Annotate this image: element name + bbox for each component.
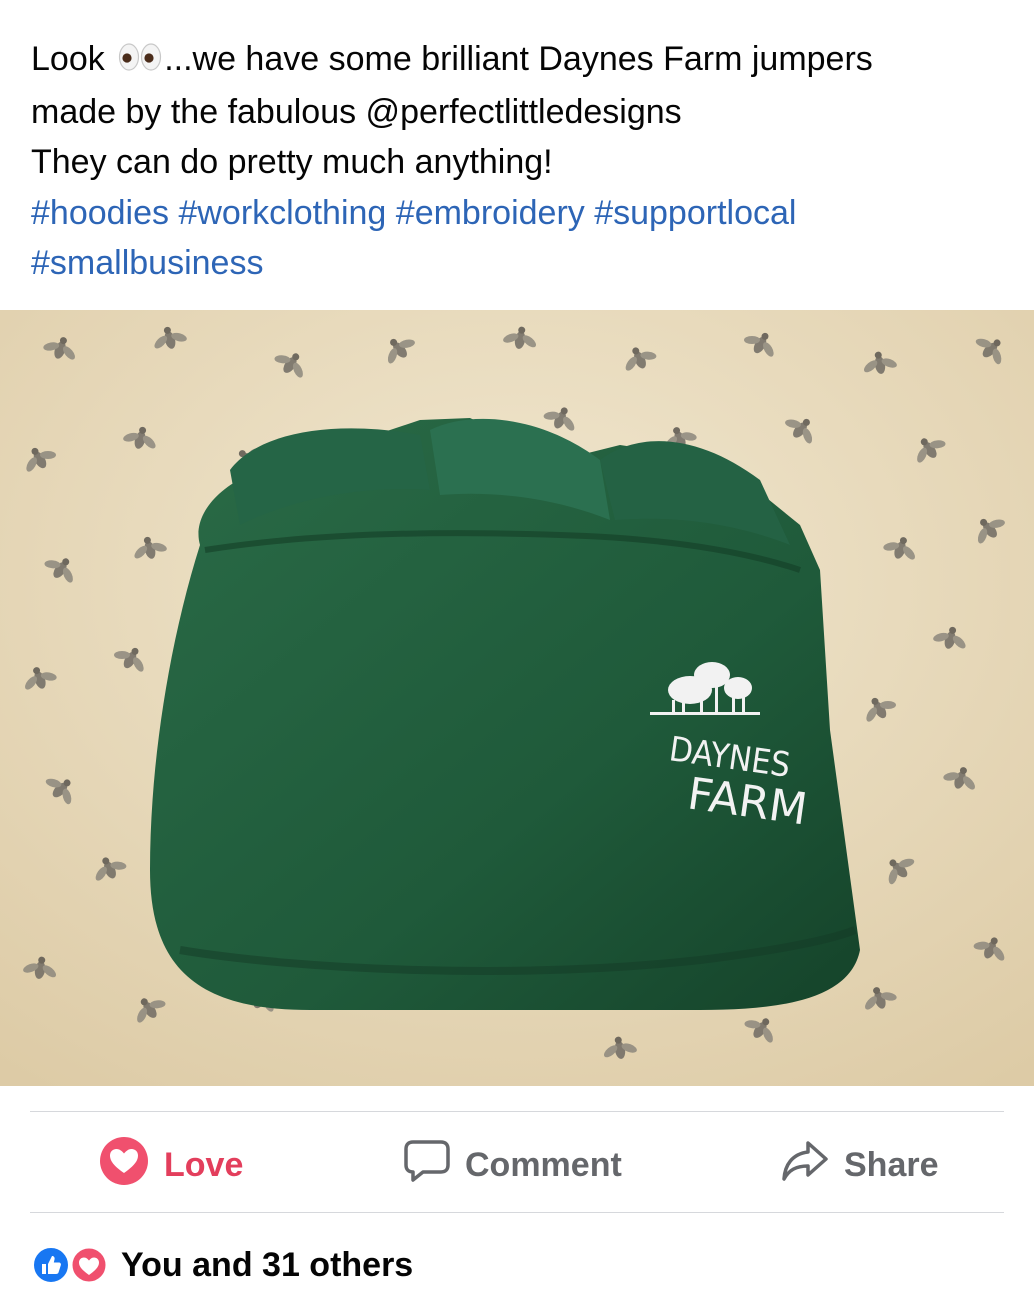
share-button[interactable]: Share	[780, 1136, 939, 1194]
reaction-icons	[31, 1245, 113, 1285]
love-reaction-icon	[69, 1245, 109, 1285]
reaction-count-text: You and 31 others	[121, 1245, 414, 1284]
love-button[interactable]: Love	[98, 1136, 243, 1194]
share-arrow-icon	[780, 1139, 830, 1192]
reactions-summary[interactable]: You and 31 others	[31, 1240, 413, 1290]
comment-bubble-icon	[403, 1138, 451, 1193]
hashtags-line-2[interactable]: #smallbusiness	[31, 238, 1011, 289]
post-text-line-3: They can do pretty much anything!	[31, 143, 553, 181]
hashtags-line-1[interactable]: #hoodies #workclothing #embroidery #supp…	[31, 188, 1011, 239]
comment-button[interactable]: Comment	[403, 1136, 622, 1194]
divider-top	[30, 1111, 1004, 1112]
jumper-photo-illustration: DAYNES FARM	[0, 310, 1034, 1086]
like-reaction-icon	[32, 1246, 70, 1284]
post-photo[interactable]: DAYNES FARM	[0, 310, 1034, 1086]
eyes-emoji-icon	[118, 36, 162, 87]
comment-label: Comment	[465, 1145, 622, 1184]
love-label: Love	[164, 1145, 244, 1184]
post-text-line-2: made by the fabulous @perfectlittledesig…	[31, 92, 682, 131]
love-icon	[98, 1135, 150, 1196]
green-jumper	[150, 418, 860, 1010]
share-label: Share	[844, 1145, 939, 1184]
post-text-line-1: Look ...we have some brilliant Daynes Fa…	[31, 34, 1011, 87]
divider-bottom	[30, 1212, 1004, 1213]
post-text: Look ...we have some brilliant Daynes Fa…	[31, 34, 1011, 289]
